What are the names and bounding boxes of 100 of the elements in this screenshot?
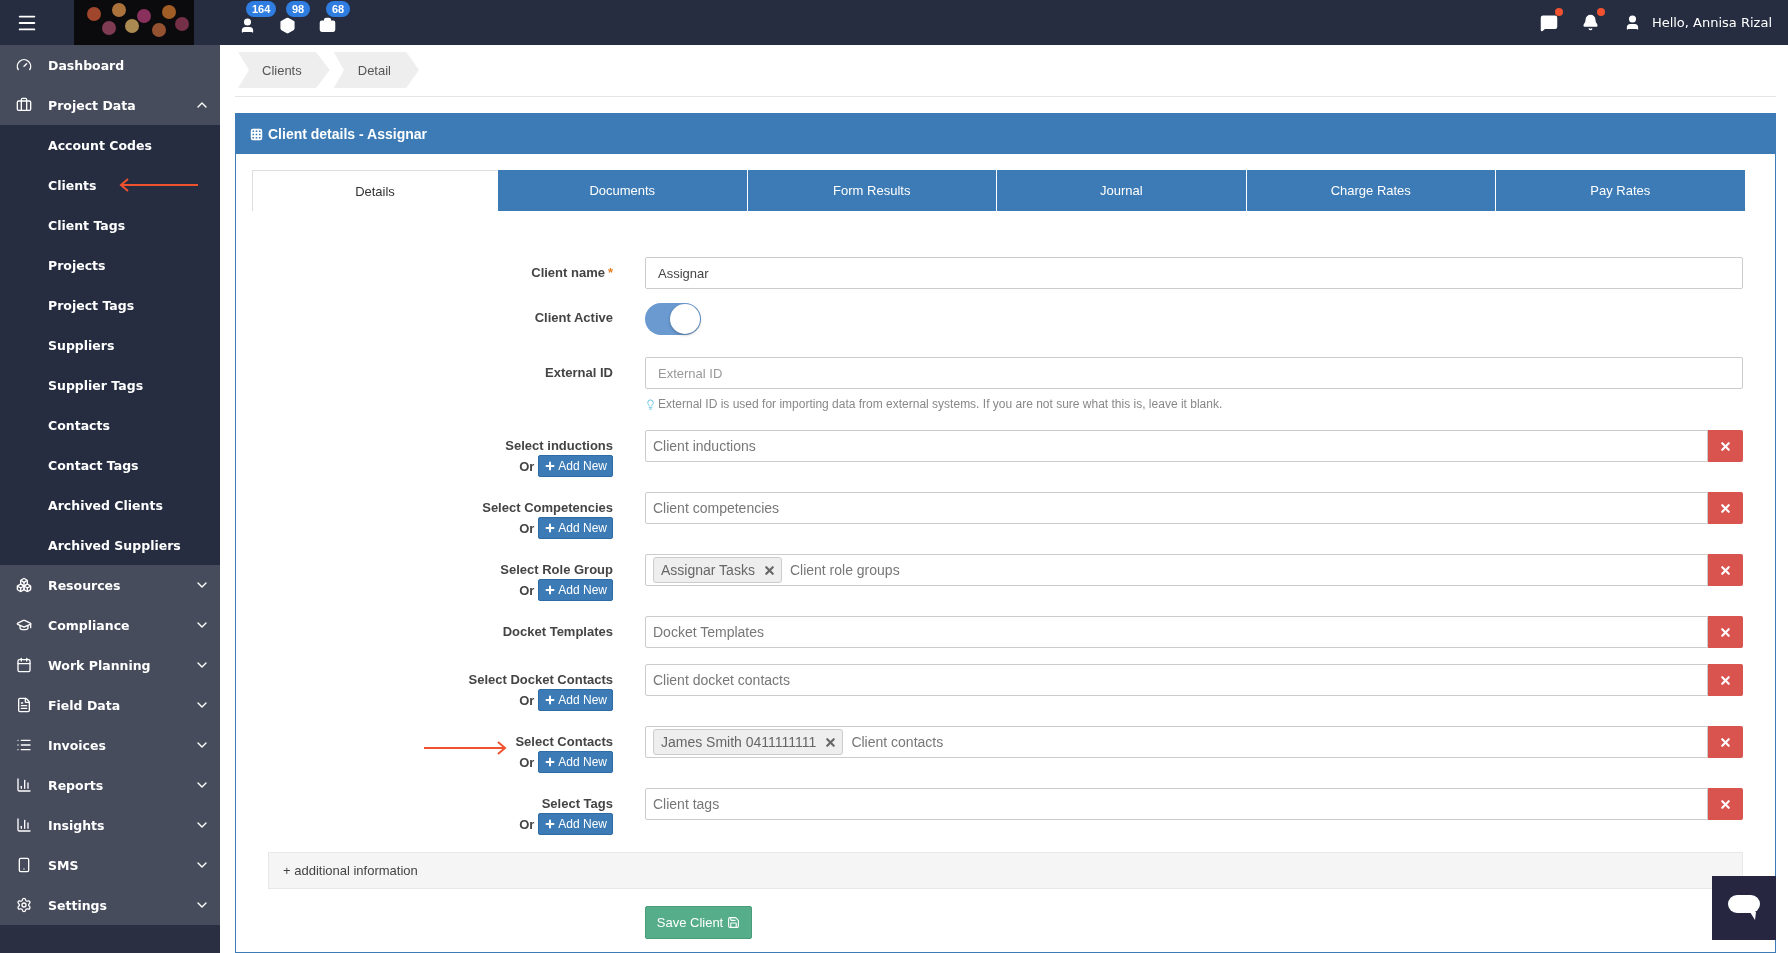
sidebar-item[interactable]: Work Planning xyxy=(0,645,220,685)
placeholder-text: Client contacts xyxy=(851,734,944,750)
add-new-button[interactable]: Add New xyxy=(538,689,613,711)
or-label: Or xyxy=(519,692,535,708)
select-field[interactable]: Assignar Tasks Client role groups xyxy=(645,554,1708,586)
count-badge: 68 xyxy=(326,1,351,17)
or-label: Or xyxy=(519,754,535,770)
add-new-button[interactable]: Add New xyxy=(538,751,613,773)
clear-button[interactable] xyxy=(1708,616,1743,648)
close-icon xyxy=(1719,673,1732,687)
tab[interactable]: Documents xyxy=(498,170,748,211)
field-label: Select Role Group xyxy=(500,562,613,577)
sidebar-item[interactable]: SMS xyxy=(0,845,220,885)
tab[interactable]: Journal xyxy=(997,170,1247,211)
breadcrumb[interactable]: Clients xyxy=(238,52,330,88)
save-icon xyxy=(727,916,741,929)
close-icon xyxy=(1719,735,1732,749)
clear-button[interactable] xyxy=(1708,664,1743,696)
placeholder-text: Docket Templates xyxy=(653,624,764,640)
select-field[interactable]: Client docket contacts xyxy=(645,664,1708,696)
add-new-button[interactable]: Add New xyxy=(538,813,613,835)
select-field[interactable]: Client inductions xyxy=(645,430,1708,462)
sidebar-item[interactable]: Archived Clients xyxy=(0,485,220,525)
close-icon xyxy=(1719,797,1732,811)
sidebar-item[interactable]: Insights xyxy=(0,805,220,845)
sidebar-item[interactable]: Reports xyxy=(0,765,220,805)
field-label: External ID xyxy=(545,365,613,380)
placeholder-text: Client tags xyxy=(653,796,720,812)
clear-button[interactable] xyxy=(1708,430,1743,462)
sidebar-item[interactable]: Project Tags xyxy=(0,285,220,325)
field-label: Select Contacts xyxy=(515,734,613,749)
sidebar-item[interactable]: Dashboard xyxy=(0,45,220,85)
placeholder-text: Client inductions xyxy=(653,438,756,454)
clear-button[interactable] xyxy=(1708,726,1743,758)
sidebar-item[interactable]: Invoices xyxy=(0,725,220,765)
close-icon xyxy=(1719,439,1732,453)
close-icon xyxy=(1719,501,1732,515)
add-new-button[interactable]: Add New xyxy=(538,517,613,539)
sidebar-item[interactable]: Archived Suppliers xyxy=(0,525,220,565)
sidebar-item[interactable]: Supplier Tags xyxy=(0,365,220,405)
remove-icon[interactable] xyxy=(762,563,776,577)
field-label: Client name * xyxy=(531,265,613,280)
or-label: Or xyxy=(519,520,535,536)
chat-widget-button[interactable] xyxy=(1712,876,1776,940)
sidebar-item[interactable]: Projects xyxy=(0,245,220,285)
panel-header: Client details - Assignar xyxy=(236,114,1775,154)
plus-icon xyxy=(544,584,557,596)
select-field[interactable]: Client tags xyxy=(645,788,1708,820)
clear-button[interactable] xyxy=(1708,788,1743,820)
plus-icon xyxy=(544,818,557,830)
sidebar-item[interactable]: Project Data xyxy=(0,85,220,125)
close-icon xyxy=(1719,625,1732,639)
breadcrumb[interactable]: Detail xyxy=(333,52,419,88)
select-field[interactable]: Client competencies xyxy=(645,492,1708,524)
placeholder-text: Client competencies xyxy=(653,500,780,516)
text-field[interactable]: Assignar xyxy=(645,257,1743,289)
field-label: Select Tags xyxy=(541,796,613,811)
text-field[interactable]: External ID xyxy=(645,357,1743,389)
clear-button[interactable] xyxy=(1708,492,1743,524)
close-icon xyxy=(1719,563,1732,577)
tag-chip: Assignar Tasks xyxy=(653,557,782,583)
field-label: Select Docket Contacts xyxy=(468,672,613,687)
sidebar-item[interactable]: Settings xyxy=(0,885,220,925)
sidebar-item[interactable]: Resources xyxy=(0,565,220,605)
plus-icon xyxy=(544,694,557,706)
select-field[interactable]: James Smith 0411111111 Client contacts xyxy=(645,726,1708,758)
tab[interactable]: Pay Rates xyxy=(1496,170,1746,211)
or-label: Or xyxy=(519,582,535,598)
tab[interactable]: Form Results xyxy=(747,170,997,211)
user-greeting: Hello, Annisa Rizal xyxy=(1651,15,1772,30)
remove-icon[interactable] xyxy=(824,735,838,749)
plus-icon xyxy=(544,460,557,472)
or-label: Or xyxy=(519,458,535,474)
sidebar-item[interactable]: Compliance xyxy=(0,605,220,645)
or-label: Or xyxy=(519,816,535,832)
plus-icon xyxy=(544,522,557,534)
clear-button[interactable] xyxy=(1708,554,1743,586)
tab[interactable]: Charge Rates xyxy=(1246,170,1496,211)
placeholder-text: Client docket contacts xyxy=(653,672,790,688)
field-label: Select Competencies xyxy=(482,500,613,515)
sidebar-item[interactable]: Suppliers xyxy=(0,325,220,365)
sidebar-item[interactable]: Field Data xyxy=(0,685,220,725)
field-label: Client Active xyxy=(534,310,613,325)
collapsible-bar[interactable]: + additional information xyxy=(268,852,1743,889)
grid-icon xyxy=(250,127,263,141)
plus-icon xyxy=(544,756,557,768)
sidebar-item[interactable]: Clients xyxy=(0,165,220,205)
sidebar-item[interactable]: Contacts xyxy=(0,405,220,445)
sidebar-item[interactable]: Contact Tags xyxy=(0,445,220,485)
tab[interactable]: Details xyxy=(252,170,498,211)
count-badge: 98 xyxy=(286,1,311,17)
field-label: Docket Templates xyxy=(502,624,613,639)
add-new-button[interactable]: Add New xyxy=(538,579,613,601)
select-field[interactable]: Docket Templates xyxy=(645,616,1708,648)
sidebar-item[interactable]: Client Tags xyxy=(0,205,220,245)
placeholder-text: Client role groups xyxy=(789,562,900,578)
add-new-button[interactable]: Add New xyxy=(538,455,613,477)
sidebar-item[interactable]: Account Codes xyxy=(0,125,220,165)
lightbulb-icon xyxy=(645,398,656,410)
toggle-switch[interactable] xyxy=(645,303,701,335)
